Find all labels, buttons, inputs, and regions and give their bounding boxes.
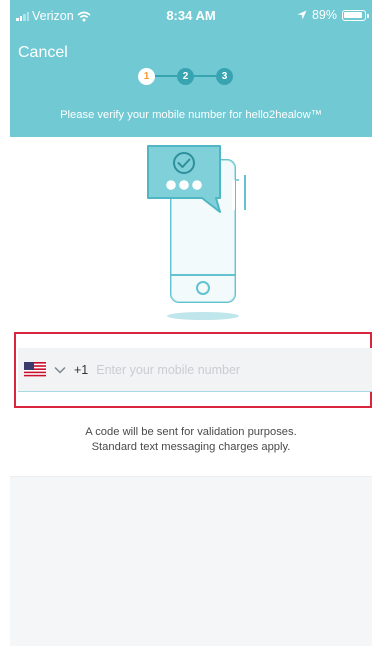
dot-icon [179, 180, 189, 190]
step-1: 1 [138, 67, 155, 85]
dot-icon [166, 180, 176, 190]
status-bar: Verizon 8:34 AM 89% [10, 0, 372, 30]
step-indicator: 1 2 3 [138, 66, 233, 86]
phone-field-highlight: +1 [14, 332, 372, 408]
us-flag-icon[interactable] [24, 362, 46, 377]
phone-message-illustration [147, 145, 246, 320]
battery-icon [342, 9, 369, 21]
location-arrow-icon [297, 10, 307, 20]
country-dial-code: +1 [74, 362, 89, 377]
validation-note-line1: A code will be sent for validation purpo… [85, 426, 297, 438]
phone-number-row: +1 [18, 348, 372, 392]
status-right: 89% [297, 8, 369, 22]
dot-icon [192, 180, 202, 190]
step-3: 3 [216, 67, 233, 85]
cancel-button[interactable]: Cancel [18, 44, 68, 62]
verify-instruction: Please verify your mobile number for hel… [60, 109, 322, 121]
validation-note-line2: Standard text messaging charges apply. [91, 441, 291, 453]
chevron-down-icon[interactable] [54, 366, 66, 374]
header: Verizon 8:34 AM 89% Cancel 1 2 3 Please … [10, 0, 372, 137]
step-connector [194, 75, 216, 77]
validation-note: A code will be sent for validation purpo… [10, 425, 372, 455]
mobile-number-input[interactable] [96, 348, 372, 391]
phone-shadow [167, 312, 239, 320]
footer-area [10, 476, 372, 646]
verify-phone-screen: Verizon 8:34 AM 89% Cancel 1 2 3 Please … [10, 0, 372, 646]
step-connector [155, 75, 177, 77]
step-2: 2 [177, 67, 194, 85]
battery-percent: 89% [311, 8, 337, 22]
